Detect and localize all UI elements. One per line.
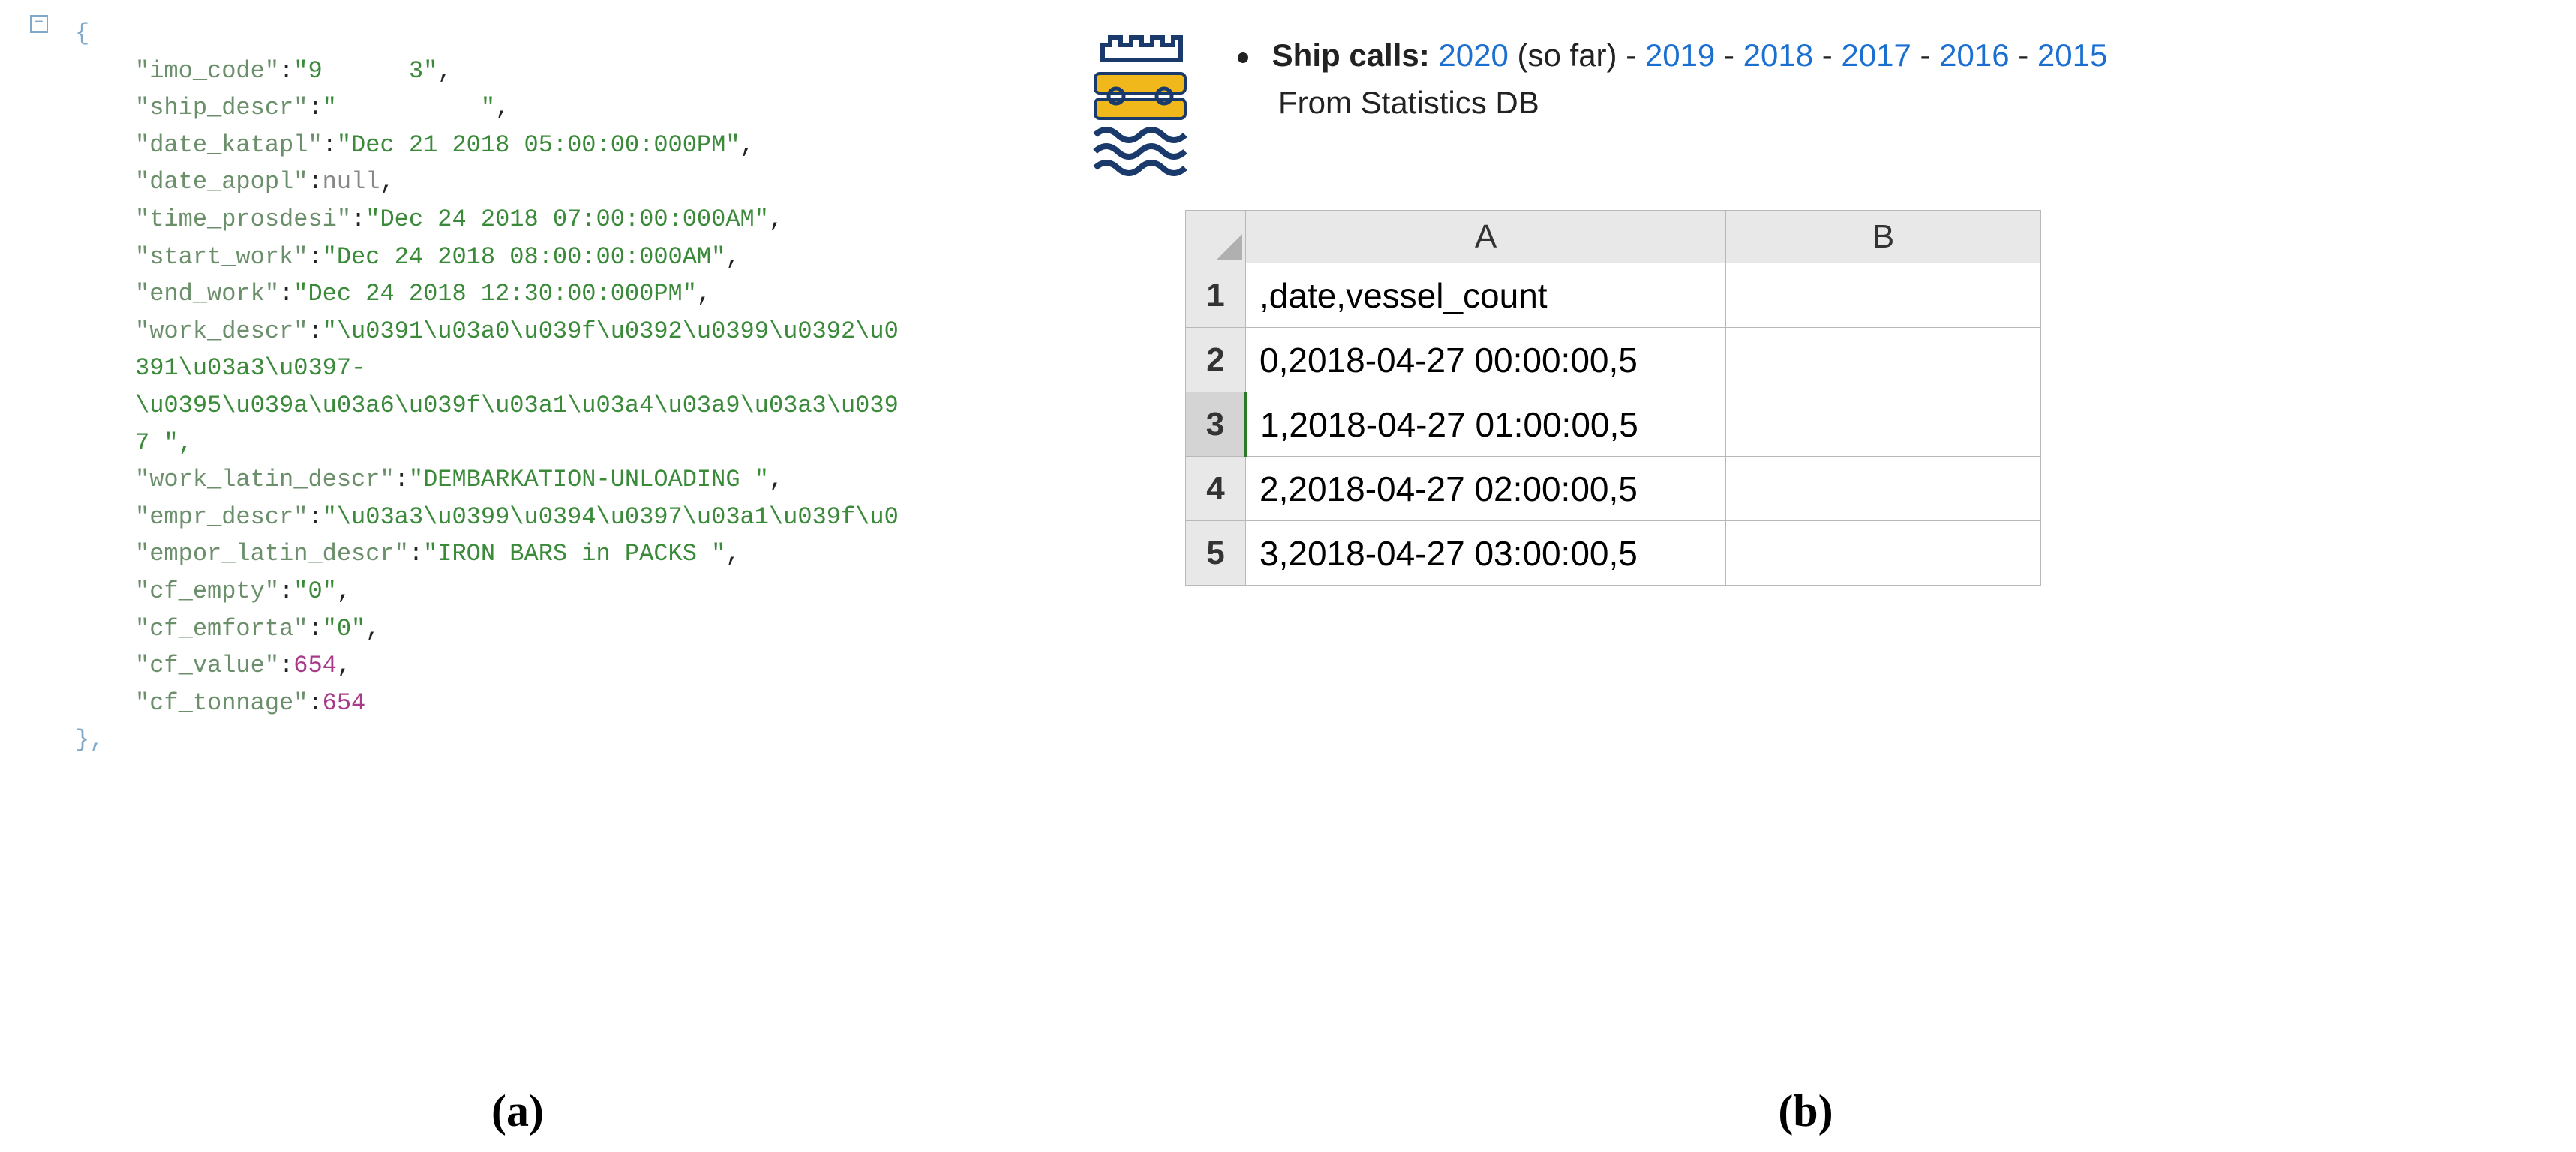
row-header-2[interactable]: 2 bbox=[1186, 328, 1246, 392]
table-row[interactable]: 1 ,date,vessel_count bbox=[1186, 263, 2041, 328]
spreadsheet-grid[interactable]: A B 1 ,date,vessel_count 2 0,2018-04-27 … bbox=[1185, 210, 2041, 586]
json-line: "work_latin_descr":"DEMBARKATION-UNLOADI… bbox=[135, 461, 1013, 499]
col-header-A[interactable]: A bbox=[1246, 211, 1726, 263]
row-header-5[interactable]: 5 bbox=[1186, 521, 1246, 586]
year-link-2016[interactable]: 2016 bbox=[1939, 38, 2009, 73]
json-line: "start_work":"Dec 24 2018 08:00:00:000AM… bbox=[135, 238, 1013, 276]
so-far-suffix: (so far) bbox=[1518, 38, 1617, 73]
table-row[interactable]: 3 1,2018-04-27 01:00:00,5 bbox=[1186, 392, 2041, 457]
cell-A3[interactable]: 1,2018-04-27 01:00:00,5 bbox=[1246, 392, 1726, 457]
json-line-continuation: \u0395\u039a\u03a6\u039f\u03a1\u03a4\u03… bbox=[135, 387, 1013, 424]
json-close-brace: }, bbox=[75, 726, 104, 754]
select-all-corner[interactable] bbox=[1186, 211, 1246, 263]
ship-calls-subtitle: From Statistics DB bbox=[1238, 79, 2107, 126]
year-link-2015[interactable]: 2015 bbox=[2037, 38, 2107, 73]
json-line: "date_apopl":null, bbox=[135, 164, 1013, 201]
json-line: "time_prosdesi":"Dec 24 2018 07:00:00:00… bbox=[135, 201, 1013, 238]
cell-A5[interactable]: 3,2018-04-27 03:00:00,5 bbox=[1246, 521, 1726, 586]
json-line-continuation: 7 ", bbox=[135, 424, 1013, 462]
json-line-continuation: 391\u03a3\u0397- bbox=[135, 350, 1013, 387]
json-line: "cf_value":654, bbox=[135, 647, 1013, 685]
table-row[interactable]: 2 0,2018-04-27 00:00:00,5 bbox=[1186, 328, 2041, 392]
json-viewer-panel: − { "imo_code":"9 3", "ship_descr":" ", … bbox=[0, 0, 1035, 1050]
json-line: "empor_latin_descr":"IRON BARS in PACKS … bbox=[135, 536, 1013, 573]
bullet-icon bbox=[1238, 52, 1248, 63]
json-open-brace: { bbox=[75, 20, 89, 47]
ship-calls-label: Ship calls: bbox=[1272, 38, 1430, 73]
json-line: "ship_descr":" ", bbox=[135, 89, 1013, 127]
caption-a: (a) bbox=[0, 1085, 1035, 1137]
row-header-3[interactable]: 3 bbox=[1186, 392, 1246, 457]
json-line: "end_work":"Dec 24 2018 12:30:00:000PM", bbox=[135, 275, 1013, 313]
year-link-2017[interactable]: 2017 bbox=[1841, 38, 1911, 73]
cell-B2[interactable] bbox=[1726, 328, 2041, 392]
row-header-4[interactable]: 4 bbox=[1186, 457, 1246, 521]
json-line: "cf_empty":"0", bbox=[135, 573, 1013, 610]
year-link-2018[interactable]: 2018 bbox=[1743, 38, 1813, 73]
cell-B1[interactable] bbox=[1726, 263, 2041, 328]
collapse-toggle-icon[interactable]: − bbox=[30, 15, 48, 33]
json-line: "work_descr":"\u0391\u03a0\u039f\u0392\u… bbox=[135, 313, 1013, 350]
cell-A1[interactable]: ,date,vessel_count bbox=[1246, 263, 1726, 328]
ship-calls-block: Ship calls: 2020 (so far) - 2019 - 2018 … bbox=[1238, 30, 2107, 126]
caption-b: (b) bbox=[1035, 1085, 2576, 1137]
json-line: "empr_descr":"\u03a3\u0399\u0394\u0397\u… bbox=[135, 499, 1013, 536]
port-authority-logo-icon bbox=[1065, 30, 1215, 180]
cell-B5[interactable] bbox=[1726, 521, 2041, 586]
col-header-B[interactable]: B bbox=[1726, 211, 2041, 263]
table-row[interactable]: 5 3,2018-04-27 03:00:00,5 bbox=[1186, 521, 2041, 586]
year-link-2020[interactable]: 2020 bbox=[1438, 38, 1508, 73]
cell-B3[interactable] bbox=[1726, 392, 2041, 457]
json-line: "cf_emforta":"0", bbox=[135, 610, 1013, 648]
right-panel: Ship calls: 2020 (so far) - 2019 - 2018 … bbox=[1035, 0, 2576, 1050]
json-line: "date_katapl":"Dec 21 2018 05:00:00:000P… bbox=[135, 127, 1013, 164]
json-line: "cf_tonnage":654 bbox=[135, 685, 1013, 722]
table-row[interactable]: 4 2,2018-04-27 02:00:00,5 bbox=[1186, 457, 2041, 521]
json-line: "imo_code":"9 3", bbox=[135, 52, 1013, 90]
cell-A2[interactable]: 0,2018-04-27 00:00:00,5 bbox=[1246, 328, 1726, 392]
row-header-1[interactable]: 1 bbox=[1186, 263, 1246, 328]
year-link-2019[interactable]: 2019 bbox=[1645, 38, 1715, 73]
cell-A4[interactable]: 2,2018-04-27 02:00:00,5 bbox=[1246, 457, 1726, 521]
cell-B4[interactable] bbox=[1726, 457, 2041, 521]
